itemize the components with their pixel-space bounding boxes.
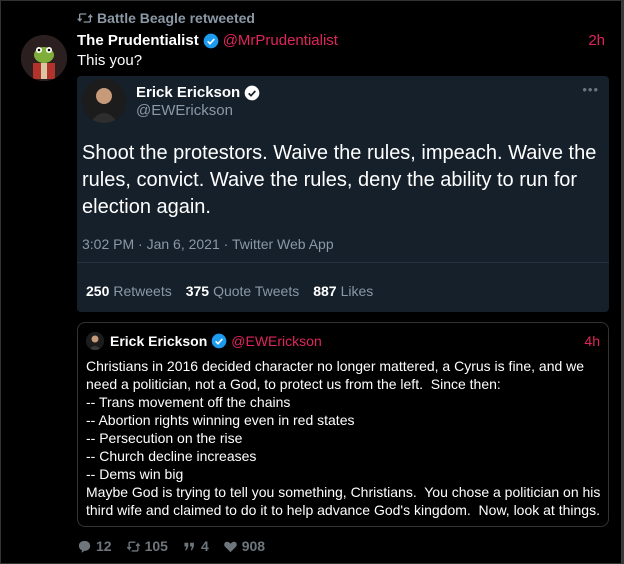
retweet-indicator[interactable]: Battle Beagle retweeted xyxy=(77,10,255,26)
person-avatar-image xyxy=(86,332,104,350)
tweet-header: The Prudentialist @MrPrudentialist 2h xyxy=(77,32,605,49)
retweet-button[interactable]: 105 xyxy=(126,538,168,554)
embedded-tweet-card[interactable]: Erick Erickson @EWErickson ••• Shoot the… xyxy=(77,76,609,312)
tweet-time[interactable]: 2h xyxy=(588,32,605,49)
quoted-line: Christians in 2016 decided character no … xyxy=(86,358,588,392)
author-handle[interactable]: @MrPrudentialist xyxy=(223,32,338,49)
quoted-line: -- Abortion rights winning even in red s… xyxy=(86,412,355,428)
quote-icon xyxy=(184,542,194,550)
quoted-line: Maybe God is trying to tell you somethin… xyxy=(86,484,605,518)
reply-button[interactable]: 12 xyxy=(77,538,112,554)
quoted-tweet-header: Erick Erickson @EWErickson 4h xyxy=(86,332,600,350)
frog-avatar-image xyxy=(21,35,67,81)
quoted-line: -- Dems win big xyxy=(86,466,184,482)
quoted-author-handle: @EWErickson xyxy=(231,333,322,349)
retweets-stat[interactable]: 250 Retweets xyxy=(86,283,172,299)
heart-icon xyxy=(223,541,237,552)
quote-button[interactable]: 4 xyxy=(182,538,209,554)
verified-badge-icon xyxy=(244,85,260,100)
embedded-tweet-stats: 250 Retweets 375 Quote Tweets 887 Likes xyxy=(86,283,373,299)
embedded-avatar[interactable] xyxy=(82,79,126,123)
quoted-line: -- Persecution on the rise xyxy=(86,430,243,446)
divider xyxy=(77,262,609,263)
embedded-tweet-text: Shoot the protestors. Waive the rules, i… xyxy=(82,142,597,218)
verified-badge-icon xyxy=(211,333,227,349)
quote-tweets-stat[interactable]: 375 Quote Tweets xyxy=(186,283,300,299)
quoted-avatar xyxy=(86,332,104,350)
quoted-tweet-text: Christians in 2016 decided character no … xyxy=(86,357,602,519)
retweet-icon xyxy=(126,540,140,552)
embedded-author-row: Erick Erickson xyxy=(136,84,264,101)
quoted-line: -- Trans movement off the chains xyxy=(86,394,291,410)
quoted-line: -- Church decline increases xyxy=(86,448,257,464)
quoted-author-name: Erick Erickson xyxy=(110,333,208,349)
reply-icon xyxy=(78,540,91,553)
retweet-icon xyxy=(77,13,93,23)
retweet-by-label: Battle Beagle retweeted xyxy=(97,10,255,26)
embedded-tweet-meta: 3:02 PM · Jan 6, 2021 · Twitter Web App xyxy=(82,236,334,252)
author-name[interactable]: The Prudentialist xyxy=(77,32,199,49)
tweet-text: This you? xyxy=(77,52,143,69)
quoted-tweet-time: 4h xyxy=(584,333,600,349)
tweet-actions: 12 105 4 908 xyxy=(77,538,265,554)
more-options-icon[interactable]: ••• xyxy=(582,82,599,97)
avatar[interactable] xyxy=(21,35,67,81)
like-button[interactable]: 908 xyxy=(223,538,265,554)
embedded-author-name[interactable]: Erick Erickson xyxy=(136,84,240,101)
likes-stat[interactable]: 887 Likes xyxy=(313,283,373,299)
verified-badge-icon xyxy=(203,33,219,48)
quoted-tweet-card[interactable]: Erick Erickson @EWErickson 4h Christians… xyxy=(77,322,609,527)
embedded-author-handle[interactable]: @EWErickson xyxy=(136,102,233,119)
person-avatar-image xyxy=(82,79,126,123)
tweet-container: Battle Beagle retweeted The Prudentialis… xyxy=(0,0,624,564)
